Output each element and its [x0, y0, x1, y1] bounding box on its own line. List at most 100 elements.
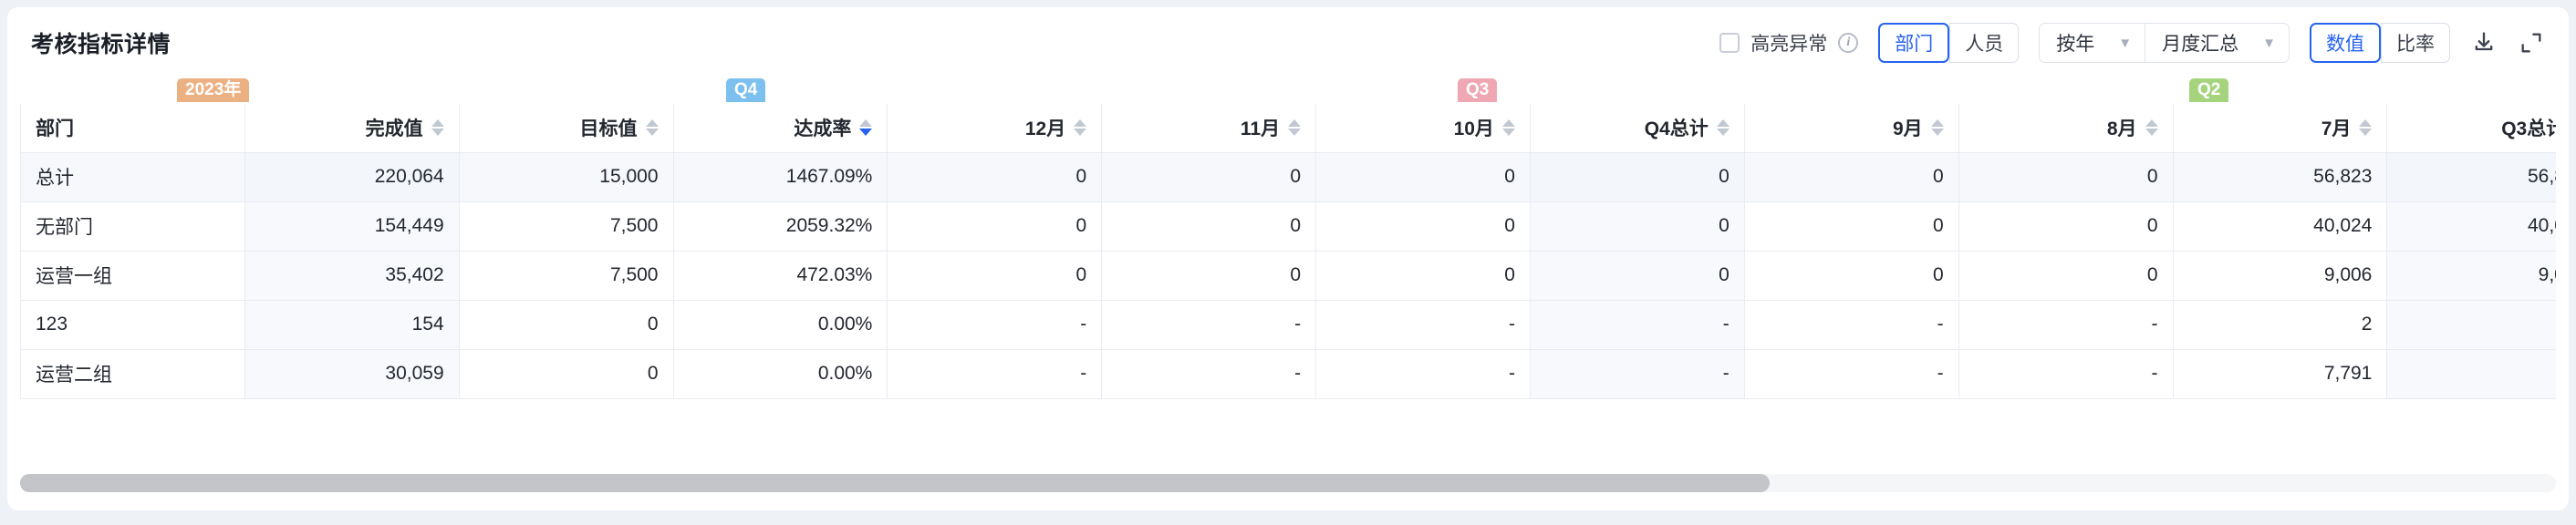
column-header-7月[interactable]: 7月	[2172, 103, 2388, 153]
column-header-label: 12月	[1024, 118, 1066, 140]
chevron-down-icon: ▼	[2118, 35, 2133, 51]
column-header-Q4总计[interactable]: Q4总计	[1529, 103, 1745, 153]
data-cell: 220,064	[244, 151, 460, 202]
row-label-cell: 运营二组	[20, 348, 245, 399]
table-scroll-area[interactable]: 部门完成值目标值达成率12月11月10月Q4总计9月8月7月Q3总计6月5月 总…	[20, 102, 2556, 498]
column-header-Q3总计[interactable]: Q3总计	[2386, 103, 2556, 153]
data-cell: 0	[1743, 201, 1959, 252]
period-select[interactable]: 按年 ▼	[2040, 24, 2145, 62]
column-header-label: 10月	[1453, 118, 1494, 140]
row-label-cell: 总计	[20, 151, 245, 202]
sort-arrows-icon[interactable]	[1930, 119, 1944, 137]
dimension-toggle-person[interactable]: 人员	[1949, 23, 2020, 63]
value-mode-toggle[interactable]: 数值 比率	[2310, 23, 2450, 63]
data-cell: 0	[1743, 151, 1959, 202]
column-header-目标值[interactable]: 目标值	[458, 103, 674, 153]
dimension-toggle[interactable]: 部门 人员	[1878, 23, 2020, 63]
data-cell: 0	[1529, 151, 1745, 202]
data-cell: 7,500	[458, 250, 674, 301]
data-cell: 0	[887, 250, 1103, 301]
data-cell: 0	[458, 348, 674, 399]
data-cell: 15,000	[458, 151, 674, 202]
sort-arrows-icon[interactable]	[1716, 119, 1729, 137]
info-circle-icon[interactable]: i	[1838, 33, 1859, 53]
download-icon[interactable]	[2470, 29, 2498, 57]
column-header-达成率[interactable]: 达成率	[672, 103, 888, 153]
data-cell: -	[1958, 299, 2174, 350]
data-cell: -	[1101, 348, 1317, 399]
data-cell: -	[887, 348, 1103, 399]
column-header-label: 8月	[2106, 118, 2137, 140]
table-row[interactable]: 总计220,06415,0001467.09%00000056,82356,82…	[20, 151, 2556, 202]
group-badge-year: 2023年	[177, 78, 250, 102]
data-cell: 0	[1958, 250, 2174, 301]
column-header-9月[interactable]: 9月	[1743, 103, 1959, 153]
group-badge-q3: Q3	[1458, 78, 1498, 102]
column-header-8月[interactable]: 8月	[1958, 103, 2174, 153]
period-select-value: 按年	[2056, 34, 2095, 55]
data-cell: 472.03%	[672, 250, 888, 301]
data-cell: 9,006	[2386, 250, 2556, 301]
data-cell: 0	[458, 299, 674, 350]
data-cell: 35,402	[244, 250, 460, 301]
data-cell: -	[1958, 348, 2174, 399]
header-toolbar: 高亮异常 i 部门 人员 按年 ▼ 月度汇总 ▼ 数值 比率	[1719, 23, 2545, 63]
metrics-table: 部门完成值目标值达成率12月11月10月Q4总计9月8月7月Q3总计6月5月 总…	[20, 102, 2556, 399]
sort-arrows-icon[interactable]	[1501, 119, 1515, 137]
data-cell: 154,449	[244, 201, 460, 252]
data-cell: -	[1101, 299, 1317, 350]
data-cell: 0.00%	[672, 348, 888, 399]
data-cell: 0	[1315, 151, 1531, 202]
sort-arrows-icon[interactable]	[1288, 119, 1302, 137]
sort-arrows-icon[interactable]	[2145, 119, 2158, 137]
sort-arrows-icon[interactable]	[431, 119, 444, 137]
table-row[interactable]: 运营一组35,4027,500472.03%0000009,0069,0066,…	[20, 250, 2556, 301]
sort-arrows-icon[interactable]	[1074, 119, 1087, 137]
data-cell: 154	[244, 299, 460, 350]
horizontal-scrollbar[interactable]	[20, 474, 2556, 492]
horizontal-scrollbar-thumb[interactable]	[20, 474, 1771, 492]
sort-arrows-icon[interactable]	[2359, 119, 2373, 137]
highlight-anomaly-label: 高亮异常	[1750, 34, 1828, 55]
row-label-cell: 运营一组	[20, 250, 245, 301]
column-header-10月[interactable]: 10月	[1315, 103, 1531, 153]
table-row[interactable]: 12315400.00%------2-11042	[20, 299, 2556, 350]
column-header-12月[interactable]: 12月	[887, 103, 1103, 153]
sort-arrows-icon[interactable]	[859, 119, 873, 137]
data-cell: 2	[2172, 299, 2388, 350]
aggregation-select[interactable]: 月度汇总 ▼	[2145, 24, 2289, 62]
table-row[interactable]: 运营二组30,05900.00%------7,791-3,48518,320	[20, 348, 2556, 399]
data-cell: 0	[1958, 151, 2174, 202]
sort-arrows-icon[interactable]	[645, 119, 659, 137]
data-cell: 0	[1315, 201, 1531, 252]
column-header-label: 完成值	[365, 118, 423, 140]
value-mode-toggle-ratio[interactable]: 比率	[2381, 23, 2450, 63]
data-cell: 0	[1101, 201, 1317, 252]
value-mode-toggle-number[interactable]: 数值	[2310, 23, 2381, 63]
data-cell: 40,024	[2172, 201, 2388, 252]
expand-icon[interactable]	[2518, 29, 2545, 57]
chevron-down-icon: ▼	[2262, 35, 2276, 51]
data-cell: 40,024	[2386, 201, 2556, 252]
data-cell: -	[887, 299, 1103, 350]
data-cell: -	[1529, 299, 1745, 350]
dimension-toggle-department[interactable]: 部门	[1878, 23, 1950, 63]
column-header-完成值[interactable]: 完成值	[244, 103, 460, 153]
data-cell: 9,006	[2172, 250, 2388, 301]
highlight-anomaly-control[interactable]: 高亮异常 i	[1719, 29, 1859, 57]
page-title: 考核指标详情	[31, 32, 171, 57]
data-cell: 0	[1101, 250, 1317, 301]
data-cell: -	[1315, 299, 1531, 350]
group-badge-q2: Q2	[2189, 78, 2229, 102]
table-header-row: 部门完成值目标值达成率12月11月10月Q4总计9月8月7月Q3总计6月5月	[20, 103, 2556, 153]
table-row[interactable]: 无部门154,4497,5002059.32%00000040,02440,02…	[20, 201, 2556, 252]
highlight-anomaly-checkbox[interactable]	[1719, 33, 1740, 53]
column-header-label: 7月	[2321, 118, 2352, 140]
column-header-11月[interactable]: 11月	[1101, 103, 1317, 153]
data-cell: 0	[887, 151, 1103, 202]
data-cell: 0	[1315, 250, 1531, 301]
data-cell: 0	[887, 201, 1103, 252]
period-selectors: 按年 ▼ 月度汇总 ▼	[2039, 23, 2290, 63]
data-cell: 7,791	[2172, 348, 2388, 399]
column-header-label: 达成率	[794, 118, 852, 140]
